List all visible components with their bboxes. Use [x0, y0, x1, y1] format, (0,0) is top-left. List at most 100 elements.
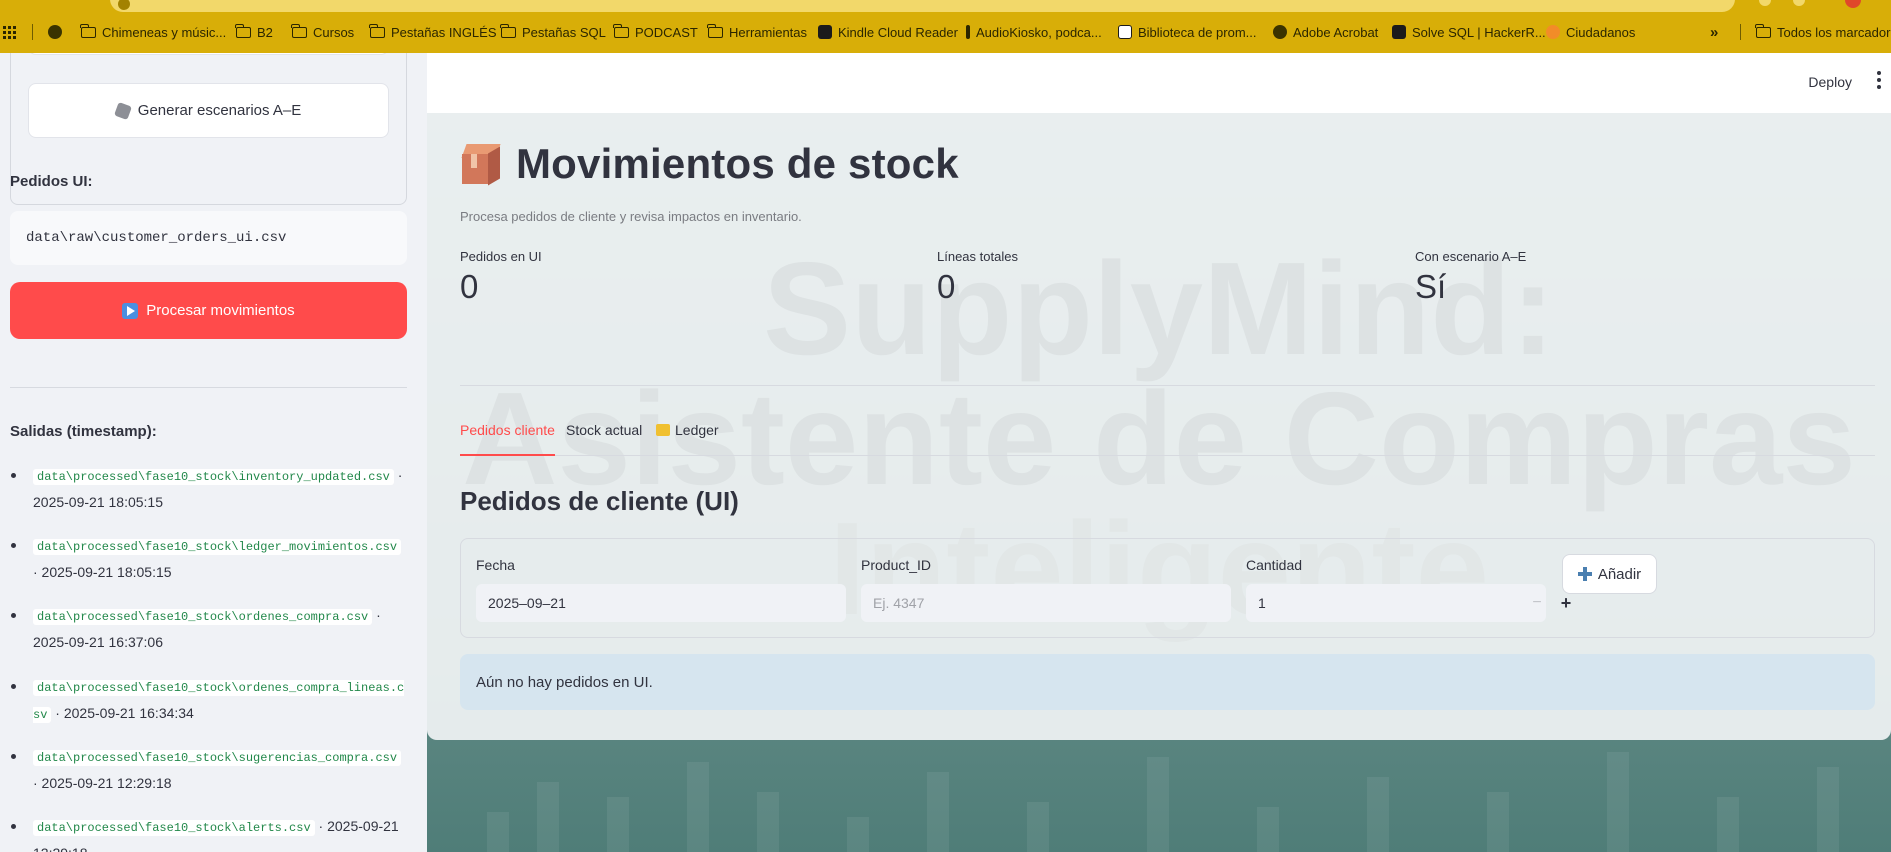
metric-label: Pedidos en UI [460, 249, 542, 264]
output-path: data\processed\fase10_stock\sugerencias_… [33, 750, 402, 766]
bookmark-pestanas-sql[interactable]: Pestañas SQL [500, 20, 606, 44]
quantity-decrement-button[interactable]: − [1524, 584, 1550, 622]
address-bar[interactable] [110, 0, 1735, 12]
maximize-icon[interactable] [1793, 0, 1805, 6]
folder-icon [369, 23, 385, 38]
outputs-label: Salidas (timestamp): [10, 423, 157, 440]
metric-lines: Líneas totales 0 [937, 249, 1018, 306]
process-movements-label: Procesar movimientos [146, 302, 295, 319]
bookmark-audiokiosko[interactable]: AudioKiosko, podca... [966, 20, 1102, 44]
ciudadanos-icon [1546, 25, 1560, 39]
product-id-input[interactable] [861, 584, 1231, 622]
metric-orders: Pedidos en UI 0 [460, 249, 542, 306]
output-time: · 2025-09-21 16:34:34 [51, 705, 194, 721]
date-input[interactable] [476, 584, 846, 622]
bookmark-globe[interactable] [48, 20, 62, 44]
bookmark-label: Biblioteca de prom... [1138, 24, 1257, 40]
output-item: data\processed\fase10_stock\sugerencias_… [10, 744, 407, 796]
add-order-button[interactable]: Añadir [1562, 554, 1657, 594]
bookmark-label: Cursos [313, 24, 355, 40]
tab-stock-actual[interactable]: Stock actual [566, 416, 642, 456]
output-item: data\processed\fase10_stock\ordenes_comp… [10, 674, 407, 728]
bookmark-kindle[interactable]: Kindle Cloud Reader [818, 20, 958, 44]
sidebar-divider [10, 387, 407, 388]
folder-icon [1755, 23, 1771, 38]
metric-value: 0 [937, 268, 956, 305]
output-path: data\processed\fase10_stock\ordenes_comp… [33, 609, 373, 625]
tab-ledger[interactable]: Ledger [656, 416, 719, 456]
process-movements-button[interactable]: Procesar movimientos [10, 282, 407, 339]
apps-button[interactable] [3, 20, 16, 44]
bookmark-label: Pestañas INGLÉS [391, 24, 497, 40]
bookmark-label: Ciudadanos [1566, 24, 1636, 40]
bookmark-b2[interactable]: B2 [235, 20, 273, 44]
globe-icon [48, 25, 62, 39]
hackerrank-icon [1392, 25, 1406, 39]
section-title: Pedidos de cliente (UI) [460, 486, 739, 516]
tab-label: Pedidos cliente [460, 422, 555, 438]
bookmark-adobe-acrobat[interactable]: Adobe Acrobat [1273, 20, 1378, 44]
package-icon [460, 142, 502, 186]
bookmark-todos[interactable]: Todos los marcadores [1755, 20, 1891, 44]
output-time: · 2025-09-21 18:05:15 [33, 564, 172, 580]
quantity-input[interactable] [1246, 584, 1546, 622]
tab-label: Ledger [675, 422, 719, 438]
dice-icon [113, 101, 132, 120]
minimize-icon[interactable] [1759, 0, 1771, 6]
plus-icon [1577, 567, 1592, 581]
bookmark-chimeneas[interactable]: Chimeneas y músic... [80, 20, 227, 44]
bookmark-label: Chimeneas y músic... [102, 24, 227, 40]
bookmark-biblioteca[interactable]: Biblioteca de prom... [1118, 20, 1257, 44]
output-item: data\processed\fase10_stock\inventory_up… [10, 463, 407, 515]
info-alert: Aún no hay pedidos en UI. [460, 654, 1875, 710]
page-title: Movimientos de stock [516, 140, 959, 187]
page-title-row: Movimientos de stock [460, 140, 959, 188]
globe-icon [1273, 25, 1287, 39]
folder-icon [235, 23, 251, 38]
folder-icon [291, 23, 307, 38]
kindle-icon [818, 25, 832, 39]
metric-scenario: Con escenario A–E Sí [1415, 249, 1526, 306]
bookmark-label: Herramientas [729, 24, 808, 40]
bookmark-ciudadanos[interactable]: Ciudadanos [1546, 20, 1635, 44]
tab-label: Stock actual [566, 422, 643, 438]
section-divider [460, 385, 1875, 386]
more-bookmarks-button[interactable]: » [1710, 20, 1718, 44]
previous-button[interactable] [28, 53, 389, 55]
bookmark-podcast[interactable]: PODCAST [613, 20, 698, 44]
audiokiosko-icon [966, 25, 970, 39]
ledger-icon [656, 424, 670, 436]
metric-value: 0 [460, 268, 479, 305]
sidebar: Generar escenarios A–E Pedidos UI: data\… [0, 53, 427, 852]
bookmark-herramientas[interactable]: Herramientas [707, 20, 808, 44]
bookmark-pestanas-ingles[interactable]: Pestañas INGLÉS [369, 20, 497, 44]
orders-path: data\raw\customer_orders_ui.csv [10, 211, 407, 265]
metric-label: Con escenario A–E [1415, 249, 1527, 264]
bookmark-cursos[interactable]: Cursos [291, 20, 355, 44]
generate-scenarios-button[interactable]: Generar escenarios A–E [28, 83, 389, 138]
bookmark-label: B2 [257, 24, 273, 40]
play-icon [122, 302, 139, 319]
notion-icon [1118, 25, 1132, 39]
tab-pedidos-cliente[interactable]: Pedidos cliente [460, 416, 555, 456]
bookmark-hackerrank[interactable]: Solve SQL | HackerR... [1392, 20, 1546, 44]
output-item: data\processed\fase10_stock\alerts.csv ·… [10, 814, 407, 852]
output-path: data\processed\fase10_stock\inventory_up… [33, 469, 394, 485]
apps-icon [3, 25, 16, 39]
deploy-button[interactable]: Deploy [1808, 74, 1852, 90]
more-options-icon[interactable] [1877, 71, 1881, 89]
chevron-double-right-icon: » [1710, 23, 1719, 41]
tab-bar: Pedidos cliente Stock actual Ledger [460, 416, 1875, 456]
bookmark-label: Adobe Acrobat [1293, 24, 1379, 40]
close-window-icon[interactable] [1845, 0, 1861, 8]
bookmark-label: PODCAST [635, 24, 698, 40]
quantity-label: Cantidad [1246, 557, 1303, 573]
main-area: Deploy SupplyMind: Asistente de Compras … [427, 53, 1891, 852]
orders-label: Pedidos UI: [10, 173, 93, 190]
background-chart-decoration [427, 740, 1891, 852]
folder-icon [500, 23, 516, 38]
metric-label: Líneas totales [937, 249, 1018, 264]
order-form: Fecha Product_ID Cantidad − + Añadir [460, 538, 1875, 638]
add-order-label: Añadir [1597, 565, 1642, 583]
bookmark-label: Todos los marcadores [1777, 24, 1891, 40]
